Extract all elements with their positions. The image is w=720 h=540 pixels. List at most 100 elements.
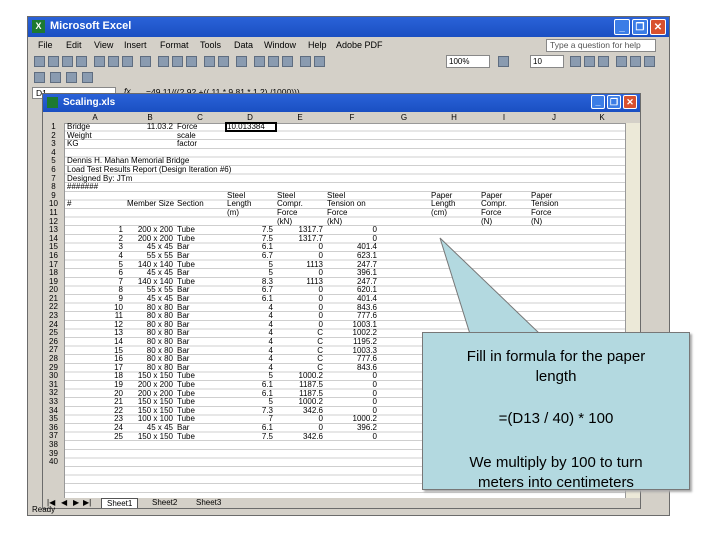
cell[interactable]: 2 xyxy=(67,234,123,244)
cell[interactable]: 0 xyxy=(277,415,323,424)
cell[interactable]: (m) xyxy=(227,208,239,218)
restore-button[interactable]: ❐ xyxy=(632,19,648,35)
spelling-icon[interactable] xyxy=(140,56,151,67)
menu-tools[interactable]: Tools xyxy=(200,40,221,50)
column-header-f[interactable]: F xyxy=(325,112,379,123)
cell[interactable]: 6.1 xyxy=(227,294,273,304)
help-icon[interactable] xyxy=(498,56,509,67)
cell[interactable]: 4 xyxy=(227,363,273,373)
zoom-select[interactable]: 100% xyxy=(446,55,490,68)
underline-icon[interactable] xyxy=(598,56,609,67)
email-icon[interactable] xyxy=(94,56,105,67)
redo-icon[interactable] xyxy=(218,56,229,67)
cell[interactable]: 4 xyxy=(67,251,123,261)
cell[interactable]: 0 xyxy=(327,389,377,399)
cell[interactable]: 0 xyxy=(327,226,377,235)
new-icon[interactable] xyxy=(34,56,45,67)
pdf-email-icon[interactable] xyxy=(50,72,61,83)
copy-icon[interactable] xyxy=(172,56,183,67)
cell[interactable]: 150 x 150 xyxy=(127,432,173,442)
menu-file[interactable]: File xyxy=(38,40,53,50)
cell[interactable]: 0 xyxy=(277,320,323,330)
column-header-i[interactable]: I xyxy=(479,112,529,123)
permission-icon[interactable] xyxy=(76,56,87,67)
bold-icon[interactable] xyxy=(570,56,581,67)
cell[interactable]: 4 xyxy=(227,312,273,321)
cell[interactable]: 342.6 xyxy=(277,406,323,416)
save-icon[interactable] xyxy=(62,56,73,67)
cell[interactable]: 8 xyxy=(67,286,123,295)
menu-view[interactable]: View xyxy=(94,40,113,50)
cell[interactable]: 11.03.2 xyxy=(127,122,173,132)
cell[interactable]: 0 xyxy=(327,380,377,390)
cell[interactable]: 396.2 xyxy=(327,423,377,433)
chart-wizard-icon[interactable] xyxy=(300,56,311,67)
help-search-input[interactable]: Type a question for help xyxy=(546,39,656,52)
column-header-e[interactable]: E xyxy=(275,112,325,123)
cell[interactable]: 1 xyxy=(67,226,123,235)
cell[interactable]: C xyxy=(277,329,323,338)
menu-help[interactable]: Help xyxy=(308,40,327,50)
cell[interactable]: (cm) xyxy=(431,208,447,218)
workbook-restore-button[interactable]: ❐ xyxy=(607,95,621,109)
cell[interactable]: C xyxy=(277,355,323,364)
print-preview-icon[interactable] xyxy=(122,56,133,67)
cell[interactable]: (kN) xyxy=(327,217,342,227)
active-cell[interactable] xyxy=(225,122,277,132)
cell[interactable]: 342.6 xyxy=(277,432,323,442)
align-left-icon[interactable] xyxy=(616,56,627,67)
close-button[interactable]: ✕ xyxy=(650,19,666,35)
menu-format[interactable]: Format xyxy=(160,40,189,50)
cell[interactable]: 6.1 xyxy=(227,389,273,399)
cell[interactable]: (kN) xyxy=(277,217,292,227)
italic-icon[interactable] xyxy=(584,56,595,67)
menu-edit[interactable]: Edit xyxy=(66,40,82,50)
row-header[interactable]: 40 xyxy=(43,458,64,467)
drawing-icon[interactable] xyxy=(314,56,325,67)
cell[interactable]: 0 xyxy=(277,303,323,313)
menu-data[interactable]: Data xyxy=(234,40,253,50)
cell[interactable]: 7.5 xyxy=(227,432,273,442)
cell[interactable]: 4 xyxy=(227,346,273,356)
cell[interactable]: 3 xyxy=(67,243,123,252)
cell[interactable]: 25 xyxy=(67,432,123,442)
print-icon[interactable] xyxy=(108,56,119,67)
cell[interactable]: KG xyxy=(67,140,79,149)
cell[interactable]: Tube xyxy=(177,432,195,442)
sort-descending-icon[interactable] xyxy=(282,56,293,67)
cell[interactable]: Section xyxy=(177,200,204,209)
undo-icon[interactable] xyxy=(204,56,215,67)
cell[interactable]: 0 xyxy=(327,372,377,381)
menu-insert[interactable]: Insert xyxy=(124,40,147,50)
cell[interactable]: 843.6 xyxy=(327,363,377,373)
menu-adobe-pdf[interactable]: Adobe PDF xyxy=(336,40,383,50)
cell[interactable]: 6 xyxy=(67,269,123,278)
cell[interactable]: 7 xyxy=(67,277,123,287)
cell[interactable]: 1317.7 xyxy=(277,234,323,244)
cell[interactable]: 0 xyxy=(277,243,323,252)
minimize-button[interactable]: _ xyxy=(614,19,630,35)
cut-icon[interactable] xyxy=(158,56,169,67)
cell[interactable]: 4 xyxy=(227,355,273,364)
column-header-g[interactable]: G xyxy=(379,112,429,123)
font-size-select[interactable]: 10 xyxy=(530,55,564,68)
cell[interactable]: 5 xyxy=(227,260,273,270)
workbook-close-button[interactable]: ✕ xyxy=(623,95,637,109)
hyperlink-icon[interactable] xyxy=(236,56,247,67)
toolbar-options-icon[interactable] xyxy=(644,56,655,67)
cell[interactable]: 4 xyxy=(227,337,273,347)
cell[interactable]: # xyxy=(67,200,71,209)
cell[interactable]: Member Size xyxy=(127,200,174,209)
cell[interactable]: 1113 xyxy=(277,277,323,287)
cell[interactable]: 4 xyxy=(227,303,273,313)
open-icon[interactable] xyxy=(48,56,59,67)
align-center-icon[interactable] xyxy=(630,56,641,67)
pdf-convert-icon[interactable] xyxy=(34,72,45,83)
sort-ascending-icon[interactable] xyxy=(268,56,279,67)
cell[interactable]: (N) xyxy=(531,217,542,227)
cell[interactable]: 0 xyxy=(277,294,323,304)
column-header-j[interactable]: J xyxy=(529,112,579,123)
cell[interactable]: 6.7 xyxy=(227,251,273,261)
cell[interactable]: 1113 xyxy=(277,260,323,270)
cell[interactable]: 4 xyxy=(227,329,273,338)
